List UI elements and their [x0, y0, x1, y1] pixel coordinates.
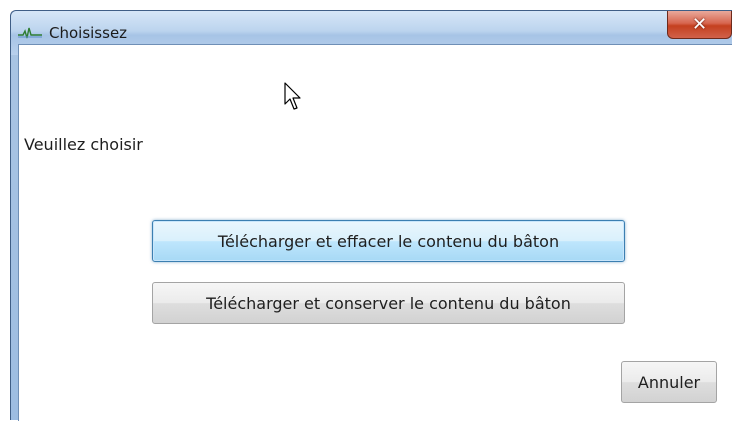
close-button[interactable]: ✕ [667, 11, 732, 39]
cancel-button[interactable]: Annuler [621, 361, 717, 403]
close-icon: ✕ [691, 13, 708, 35]
prompt-label: Veuillez choisir [24, 135, 143, 154]
mouse-cursor-icon [284, 82, 301, 110]
download-erase-button[interactable]: Télécharger et effacer le contenu du bât… [152, 220, 625, 262]
download-keep-button[interactable]: Télécharger et conserver le contenu du b… [152, 282, 625, 324]
wave-signal-icon [17, 25, 43, 41]
window-title: Choisissez [49, 24, 128, 42]
dialog-content: Veuillez choisir Télécharger et effacer … [18, 44, 732, 421]
dialog-window: Choisissez ✕ Veuillez choisir Télécharge… [10, 10, 732, 421]
